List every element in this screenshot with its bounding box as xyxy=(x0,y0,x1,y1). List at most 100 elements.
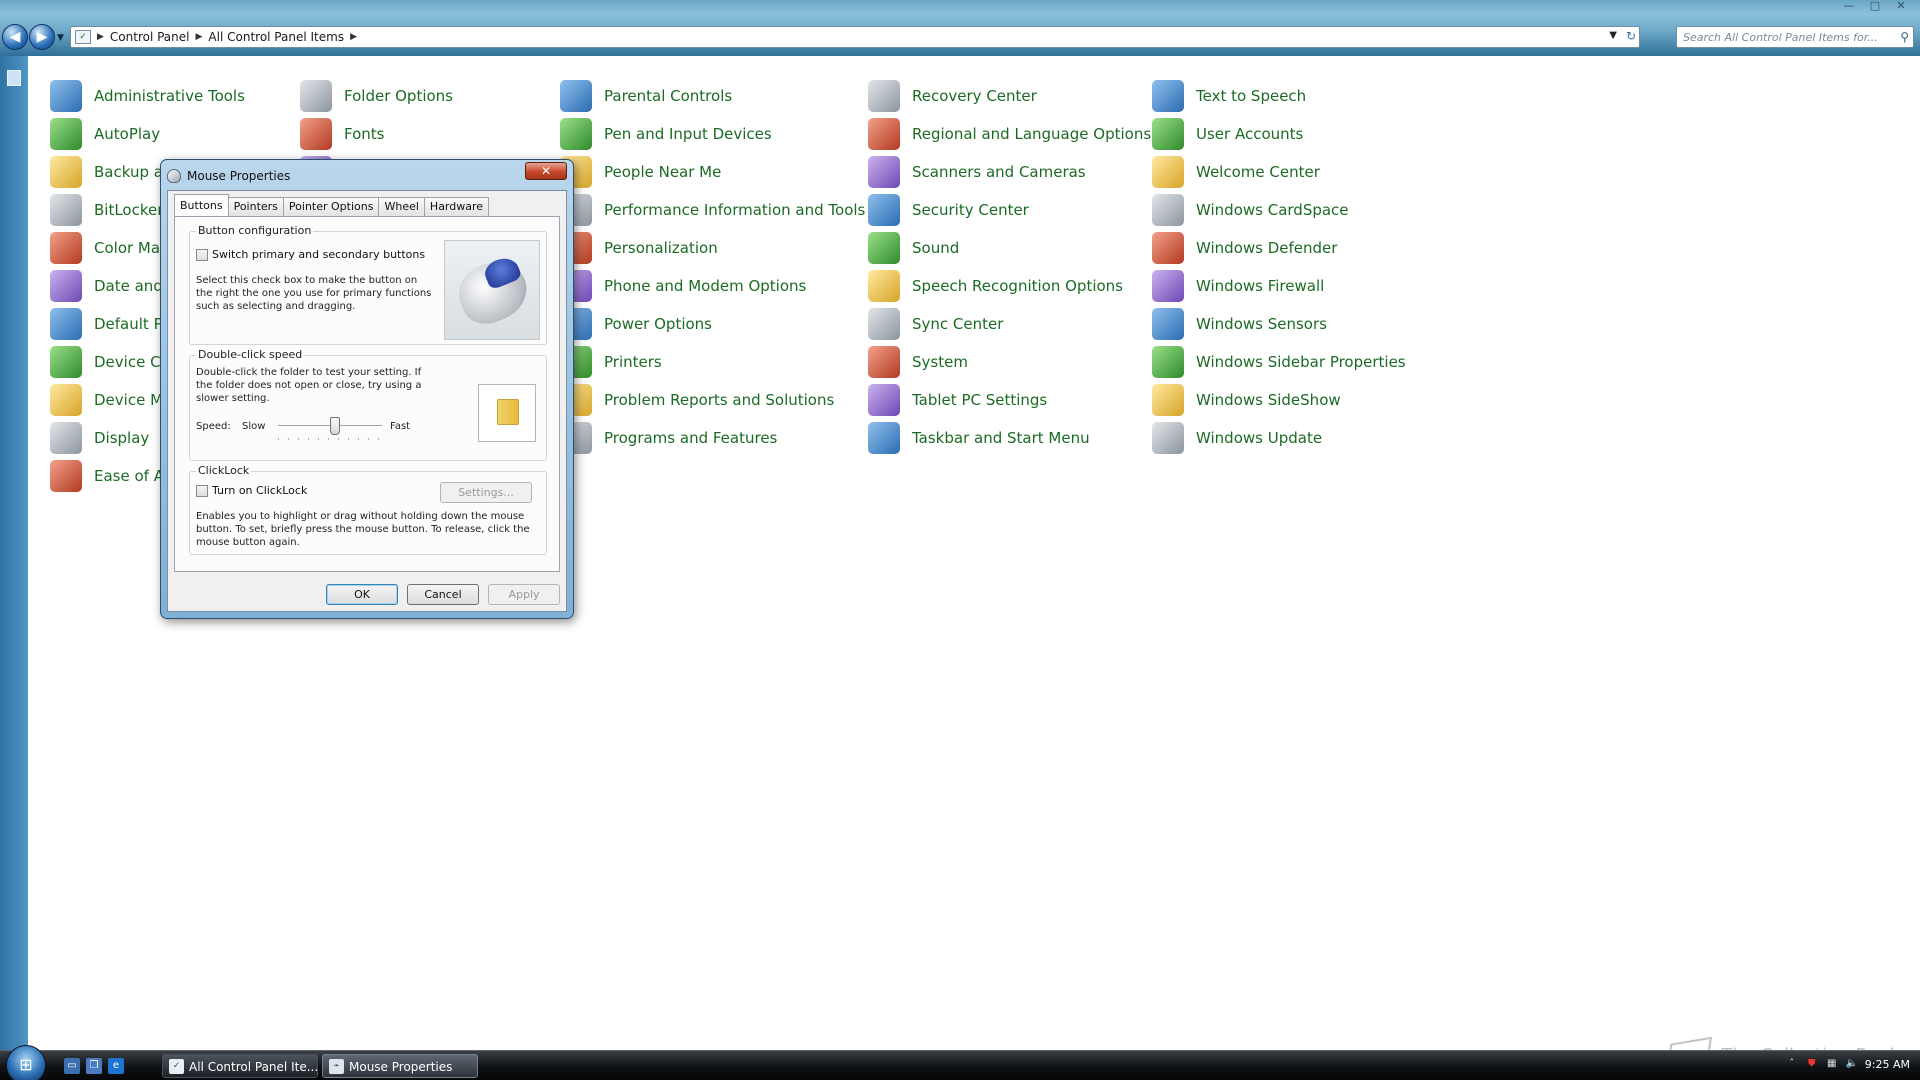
close-window-button[interactable]: ✕ xyxy=(1890,0,1912,12)
back-button[interactable]: ◀ xyxy=(2,24,28,50)
control-panel-item-label: Windows Firewall xyxy=(1196,277,1325,295)
control-panel-item[interactable]: Performance Information and Tools xyxy=(560,192,865,228)
control-panel-item[interactable]: Date and xyxy=(50,268,163,304)
control-panel-item-label: Personalization xyxy=(604,239,718,257)
control-panel-item[interactable]: Fonts xyxy=(300,116,384,152)
control-panel-item[interactable]: Parental Controls xyxy=(560,78,732,114)
search-icon[interactable]: ⚲ xyxy=(1900,30,1909,44)
control-panel-item[interactable]: Sound xyxy=(868,230,959,266)
breadcrumb-all-items[interactable]: All Control Panel Items xyxy=(208,30,344,44)
chevron-right-icon[interactable]: ▶ xyxy=(97,32,104,42)
task-mouse-properties[interactable]: ⌁ Mouse Properties xyxy=(322,1054,478,1078)
show-desktop-icon[interactable]: ▭ xyxy=(64,1058,80,1074)
control-panel-item-icon xyxy=(868,232,900,264)
control-panel-item[interactable]: Windows Update xyxy=(1152,420,1322,456)
control-panel-item[interactable]: Speech Recognition Options xyxy=(868,268,1123,304)
control-panel-item[interactable]: Text to Speech xyxy=(1152,78,1306,114)
control-panel-item[interactable]: Scanners and Cameras xyxy=(868,154,1086,190)
control-panel-item[interactable]: Device Ma xyxy=(50,382,172,418)
test-folder-box[interactable] xyxy=(478,384,536,442)
control-panel-item[interactable]: Windows SideShow xyxy=(1152,382,1341,418)
control-panel-item[interactable]: Tablet PC Settings xyxy=(868,382,1047,418)
task-control-panel[interactable]: ✓ All Control Panel Ite... xyxy=(162,1054,318,1078)
control-panel-item[interactable]: Sync Center xyxy=(868,306,1003,342)
clicklock-row[interactable]: Turn on ClickLock xyxy=(196,484,307,497)
control-panel-item[interactable]: Display xyxy=(50,420,149,456)
control-panel-item[interactable]: User Accounts xyxy=(1152,116,1303,152)
slow-label: Slow xyxy=(242,421,266,432)
control-panel-item[interactable]: Taskbar and Start Menu xyxy=(868,420,1090,456)
control-panel-item[interactable]: Pen and Input Devices xyxy=(560,116,772,152)
control-panel-item[interactable]: Windows CardSpace xyxy=(1152,192,1349,228)
clock[interactable]: 9:25 AM xyxy=(1865,1058,1910,1071)
control-panel-item[interactable]: Administrative Tools xyxy=(50,78,245,114)
control-panel-item[interactable]: Device Ce xyxy=(50,344,170,380)
search-input[interactable]: Search All Control Panel Items for... ⚲ xyxy=(1676,26,1914,48)
tab-buttons[interactable]: Buttons xyxy=(174,194,229,216)
tab-hardware[interactable]: Hardware xyxy=(423,197,490,216)
internet-explorer-icon[interactable]: e xyxy=(108,1058,124,1074)
control-panel-item[interactable]: Personalization xyxy=(560,230,718,266)
folder-icon[interactable] xyxy=(497,399,519,425)
control-panel-item[interactable]: System xyxy=(868,344,968,380)
left-pane xyxy=(0,56,28,1050)
control-panel-item[interactable]: Windows Sidebar Properties xyxy=(1152,344,1406,380)
address-dropdown-icon[interactable]: ▼ xyxy=(1609,30,1617,41)
dialog-titlebar[interactable]: Mouse Properties xyxy=(167,166,290,186)
control-panel-item[interactable]: Ease of Ac xyxy=(50,458,172,494)
tab-wheel[interactable]: Wheel xyxy=(378,197,425,216)
ok-button[interactable]: OK xyxy=(326,584,398,605)
address-bar[interactable]: ✓ ▶ Control Panel ▶ All Control Panel It… xyxy=(70,26,1640,48)
control-panel-item[interactable]: Phone and Modem Options xyxy=(560,268,806,304)
control-panel-item[interactable]: Backup ar xyxy=(50,154,169,190)
clicklock-settings-button[interactable]: Settings... xyxy=(440,482,532,503)
control-panel-item[interactable]: BitLocker xyxy=(50,192,163,228)
tab-pointers[interactable]: Pointers xyxy=(227,197,284,216)
switch-buttons-checkbox[interactable] xyxy=(196,248,208,261)
chevron-right-icon[interactable]: ▶ xyxy=(350,32,357,42)
control-panel-item[interactable]: Programs and Features xyxy=(560,420,777,456)
control-panel-item-label: Folder Options xyxy=(344,87,453,105)
apply-button[interactable]: Apply xyxy=(488,584,560,605)
control-panel-item[interactable]: Default Pr xyxy=(50,306,169,342)
control-panel-item[interactable]: Welcome Center xyxy=(1152,154,1320,190)
start-button[interactable]: ⊞ xyxy=(6,1045,46,1080)
cancel-button[interactable]: Cancel xyxy=(407,584,479,605)
control-panel-item[interactable]: Problem Reports and Solutions xyxy=(560,382,834,418)
tasks-icon[interactable] xyxy=(7,70,21,86)
switch-windows-icon[interactable]: ❐ xyxy=(86,1058,102,1074)
control-panel-item-icon xyxy=(50,156,82,188)
control-panel-item[interactable]: Windows Sensors xyxy=(1152,306,1327,342)
control-panel-item[interactable]: Printers xyxy=(560,344,662,380)
network-icon[interactable]: ▦ xyxy=(1825,1057,1839,1071)
security-alert-icon[interactable]: ⛊ xyxy=(1805,1057,1819,1071)
switch-buttons-label[interactable]: Switch primary and secondary buttons xyxy=(212,248,425,261)
control-panel-item-icon xyxy=(868,270,900,302)
volume-icon[interactable]: 🔈 xyxy=(1845,1057,1859,1071)
control-panel-item[interactable]: Power Options xyxy=(560,306,712,342)
clicklock-checkbox[interactable] xyxy=(196,484,208,497)
maximize-button[interactable]: □ xyxy=(1864,0,1886,12)
control-panel-item[interactable]: Regional and Language Options xyxy=(868,116,1151,152)
chevron-right-icon[interactable]: ▶ xyxy=(196,32,203,42)
minimize-button[interactable]: — xyxy=(1838,0,1860,12)
clicklock-label[interactable]: Turn on ClickLock xyxy=(212,484,307,497)
breadcrumb-control-panel[interactable]: Control Panel xyxy=(110,30,190,44)
control-panel-item-label: Windows CardSpace xyxy=(1196,201,1349,219)
tab-pointer-options[interactable]: Pointer Options xyxy=(282,197,380,216)
control-panel-item[interactable]: AutoPlay xyxy=(50,116,160,152)
control-panel-item[interactable]: Security Center xyxy=(868,192,1029,228)
recent-pages-dropdown[interactable]: ▼ xyxy=(57,33,64,43)
chevron-up-icon[interactable]: ˄ xyxy=(1785,1057,1799,1071)
switch-buttons-row[interactable]: Switch primary and secondary buttons xyxy=(196,248,425,261)
control-panel-item[interactable]: People Near Me xyxy=(560,154,721,190)
control-panel-item[interactable]: Color Mar xyxy=(50,230,166,266)
control-panel-item[interactable]: Recovery Center xyxy=(868,78,1037,114)
speed-slider-thumb[interactable] xyxy=(330,417,341,435)
control-panel-item[interactable]: Windows Defender xyxy=(1152,230,1337,266)
control-panel-item[interactable]: Windows Firewall xyxy=(1152,268,1324,304)
refresh-icon[interactable]: ↻ xyxy=(1626,29,1636,43)
dialog-close-button[interactable]: ✕ xyxy=(525,162,567,180)
forward-button[interactable]: ▶ xyxy=(29,24,55,50)
control-panel-item[interactable]: Folder Options xyxy=(300,78,453,114)
